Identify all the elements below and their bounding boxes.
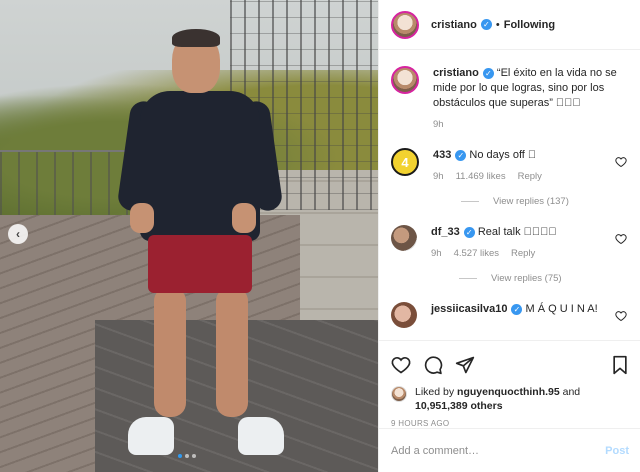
comment-reply-button[interactable]: Reply bbox=[518, 169, 542, 184]
post-side-panel: cristiano ✓ • Following cristiano ✓ “El é… bbox=[378, 0, 640, 472]
comment-item: 4 433 ✓ No days off 🏼 9h 11.469 likes Rep… bbox=[391, 148, 629, 209]
comment-input[interactable] bbox=[391, 444, 606, 457]
post-timestamp[interactable]: 9 HOURS AGO bbox=[391, 419, 629, 428]
person-right-shoe bbox=[238, 417, 284, 455]
bookmark-icon[interactable] bbox=[611, 355, 629, 375]
comment-like-heart-icon[interactable] bbox=[615, 233, 627, 245]
replies-divider bbox=[461, 201, 479, 202]
caption-username[interactable]: cristiano bbox=[433, 67, 479, 79]
comment-text: Real talk 🏼🏼🏼🏼 bbox=[477, 226, 557, 238]
comment-likes[interactable]: 4.527 likes bbox=[454, 246, 499, 261]
person-left-shoe bbox=[128, 417, 174, 455]
photo-person bbox=[116, 25, 284, 465]
likes-prefix: Liked by bbox=[415, 386, 455, 398]
caption-age[interactable]: 9h bbox=[433, 117, 444, 132]
carousel-dot bbox=[192, 454, 196, 458]
comment-age[interactable]: 9h bbox=[433, 169, 444, 184]
likes-and: and bbox=[562, 386, 581, 398]
person-hair bbox=[172, 29, 220, 47]
comment-reply-button[interactable]: Reply bbox=[511, 246, 535, 261]
view-replies-label: View replies (137) bbox=[493, 196, 569, 207]
carousel-prev-button[interactable]: ‹ bbox=[8, 224, 28, 244]
comment-like-heart-icon[interactable] bbox=[615, 156, 627, 168]
view-replies-label: View replies (75) bbox=[491, 273, 562, 284]
post-comment-button[interactable]: Post bbox=[605, 445, 629, 457]
share-icon[interactable] bbox=[455, 355, 475, 375]
comment-username[interactable]: df_33 bbox=[431, 226, 460, 238]
chevron-left-icon: ‹ bbox=[16, 227, 20, 241]
comment-like-heart-icon[interactable] bbox=[615, 310, 627, 322]
caption-avatar[interactable] bbox=[391, 66, 419, 94]
carousel-indicator bbox=[178, 454, 196, 458]
view-replies-button[interactable]: View replies (75) bbox=[459, 271, 629, 286]
following-button[interactable]: Following bbox=[504, 19, 555, 31]
comments-list[interactable]: cristiano ✓ “El éxito en la vida no se mi… bbox=[379, 50, 640, 340]
comment-avatar[interactable] bbox=[391, 302, 417, 328]
verified-icon: ✓ bbox=[463, 226, 475, 238]
author-avatar[interactable] bbox=[391, 10, 419, 39]
liker-avatar bbox=[391, 386, 407, 402]
heart-icon[interactable] bbox=[391, 355, 411, 375]
comment-item: df_33 ✓ Real talk 🏼🏼🏼🏼 9h 4.527 likes Rep… bbox=[391, 225, 629, 286]
person-left-leg bbox=[154, 287, 186, 417]
comment-age[interactable]: 9h bbox=[431, 246, 442, 261]
person-shorts bbox=[148, 235, 252, 293]
person-right-thumb-up bbox=[232, 203, 256, 233]
header-separator: • bbox=[495, 18, 500, 31]
comment-text: No days off 🏼 bbox=[469, 149, 537, 161]
view-replies-button[interactable]: View replies (137) bbox=[461, 194, 629, 209]
comment-avatar[interactable]: 4 bbox=[391, 148, 419, 176]
comment-text: M Á Q U I N A! bbox=[525, 303, 598, 315]
comment-likes[interactable]: 11.469 likes bbox=[456, 169, 506, 184]
carousel-dot-active bbox=[178, 454, 182, 458]
likes-user[interactable]: nguyenquocthinh.95 bbox=[457, 386, 560, 398]
person-left-thumb-up bbox=[130, 203, 154, 233]
person-right-leg bbox=[216, 287, 248, 417]
comment-item: jessiicasilva10 ✓ M Á Q U I N A! bbox=[391, 302, 629, 328]
post-actions: Liked by nguyenquocthinh.95 and 10,951,3… bbox=[379, 340, 640, 428]
post-header: cristiano ✓ • Following bbox=[379, 0, 640, 50]
add-comment-bar: Post bbox=[379, 428, 640, 472]
comment-username[interactable]: 433 bbox=[433, 149, 451, 161]
post-photo[interactable]: ‹ bbox=[0, 0, 378, 472]
verified-icon: ✓ bbox=[480, 19, 492, 30]
verified-icon: ✓ bbox=[482, 67, 494, 79]
author-username[interactable]: cristiano bbox=[431, 19, 477, 31]
likes-summary[interactable]: Liked by nguyenquocthinh.95 and 10,951,3… bbox=[391, 385, 629, 413]
comment-avatar[interactable] bbox=[391, 225, 417, 251]
likes-others[interactable]: 10,951,389 others bbox=[415, 400, 503, 412]
verified-icon: ✓ bbox=[511, 303, 523, 315]
verified-icon: ✓ bbox=[455, 149, 467, 161]
caption: cristiano ✓ “El éxito en la vida no se mi… bbox=[391, 66, 629, 132]
replies-divider bbox=[459, 278, 477, 279]
carousel-dot bbox=[185, 454, 189, 458]
comment-icon[interactable] bbox=[423, 355, 443, 375]
comment-username[interactable]: jessiicasilva10 bbox=[431, 303, 507, 315]
